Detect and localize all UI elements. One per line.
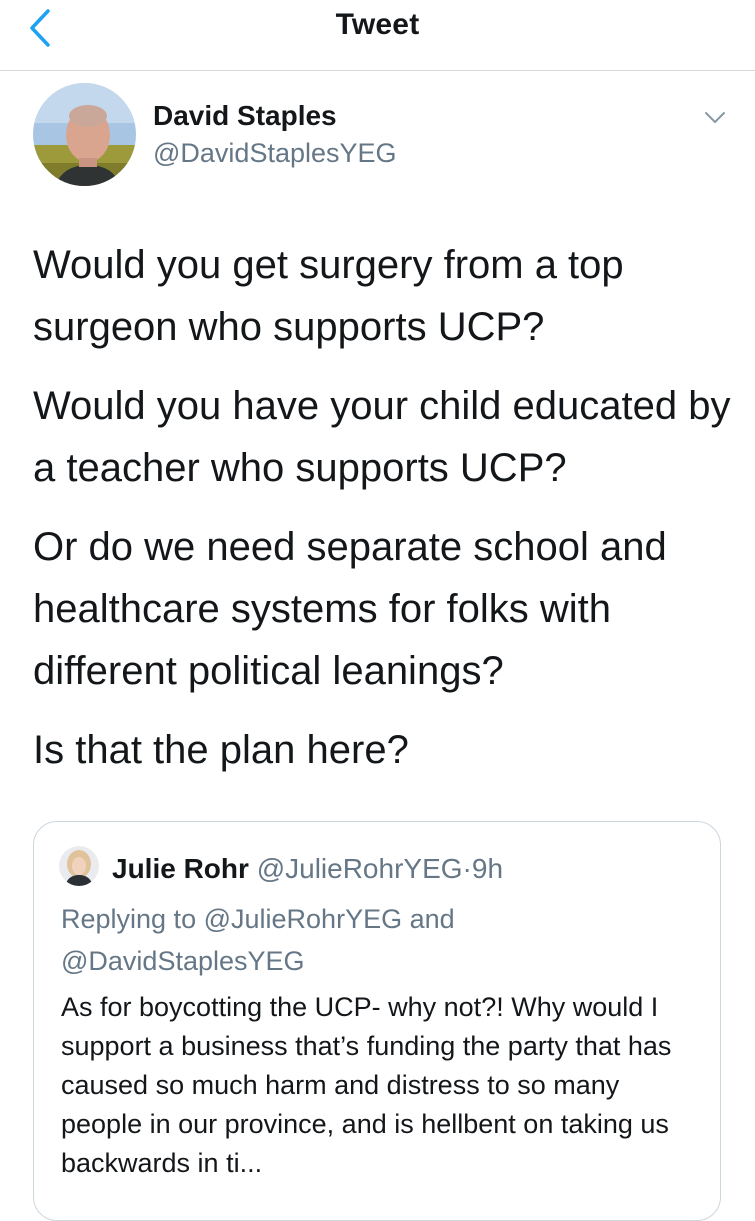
tweet-paragraph: Would you get surgery from a top surgeon…	[33, 243, 624, 349]
tweet-paragraph: Is that the plan here?	[33, 728, 409, 772]
author-name[interactable]: David Staples	[153, 100, 337, 132]
author-avatar[interactable]	[33, 83, 136, 186]
tweet-text: Would you get surgery from a top surgeon…	[33, 234, 733, 798]
quoted-tweet-card[interactable]: Julie Rohr @JulieRohrYEG·9h Replying to …	[33, 821, 721, 1221]
replying-to-line: Replying to @JulieRohrYEG and @DavidStap…	[61, 898, 701, 982]
quoted-header: Julie Rohr @JulieRohrYEG·9h	[112, 852, 503, 886]
replying-to-label: Replying to	[61, 904, 197, 934]
author-handle[interactable]: @DavidStaplesYEG	[153, 138, 397, 169]
tweet-paragraph: Or do we need separate school and health…	[33, 525, 667, 693]
quoted-author-avatar	[59, 846, 99, 886]
quoted-author-photo	[59, 846, 99, 886]
quoted-author-handle: @JulieRohrYEG	[256, 853, 463, 884]
page-title: Tweet	[335, 8, 420, 41]
author-photo	[33, 83, 136, 186]
quoted-timestamp: 9h	[471, 853, 504, 884]
chevron-down-icon	[705, 112, 725, 123]
replying-to-handle: @JulieRohrYEG	[203, 904, 403, 934]
tweet-paragraph: Would you have your child educated by a …	[33, 384, 731, 490]
quoted-author-name: Julie Rohr	[112, 853, 249, 884]
quoted-tweet-text: As for boycotting the UCP- why not?! Why…	[61, 992, 672, 1178]
quoted-separator: ·	[462, 853, 472, 884]
replying-to-handle-2: @DavidStaplesYEG	[61, 946, 305, 976]
tweet-menu-button[interactable]	[697, 100, 733, 136]
replying-to-joiner: and	[409, 904, 455, 934]
top-navigation-bar: Tweet	[0, 0, 755, 71]
